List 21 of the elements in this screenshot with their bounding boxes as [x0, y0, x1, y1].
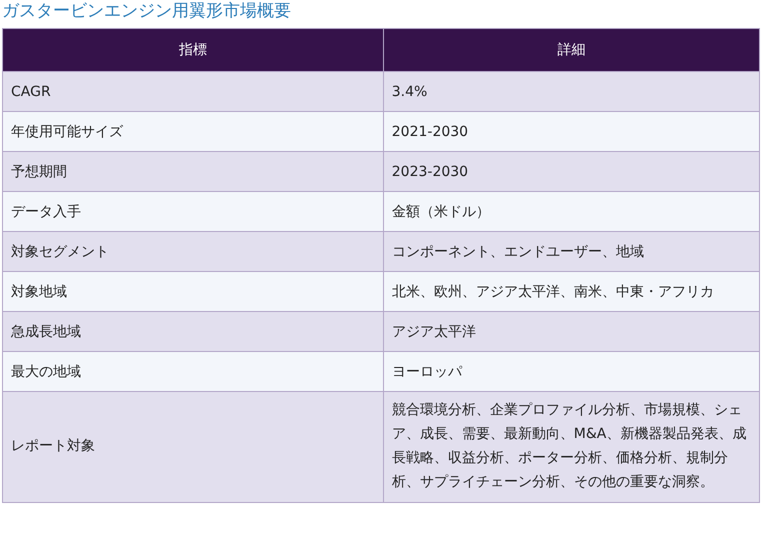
table-cell: 予想期間	[2, 152, 384, 192]
table-cell: 競合環境分析、企業プロファイル分析、市場規模、シェア、成長、需要、最新動向、M&A、新機器製品発表、成長戦略、収益分析、ポーター分析、価格分析、規制分析、サプライチェーン分析、その他の重要な洞察。	[383, 392, 760, 502]
table-cell: アジア太平洋	[383, 312, 760, 352]
table-cell: 北米、欧州、アジア太平洋、南米、中東・アフリカ	[383, 272, 760, 312]
table-cell: コンポーネント、エンドユーザー、地域	[383, 232, 760, 272]
table-cell: 2021-2030	[383, 112, 760, 152]
table-cell: 対象地域	[2, 272, 384, 312]
page-title: ガスタービンエンジン用翼形市場概要	[2, 0, 291, 22]
table-cell: 最大の地域	[2, 352, 384, 392]
table-cell: データ入手	[2, 192, 384, 232]
table-cell: 対象セグメント	[2, 232, 384, 272]
table-cell: レポート対象	[2, 392, 384, 502]
table-cell: 急成長地域	[2, 312, 384, 352]
table-cell: 3.4%	[383, 72, 760, 112]
table-cell: 金額（米ドル）	[383, 192, 760, 232]
column-header: 詳細	[383, 28, 760, 72]
column-header: 指標	[2, 28, 384, 72]
table-cell: CAGR	[2, 72, 384, 112]
table-cell: ヨーロッパ	[383, 352, 760, 392]
table-cell: 2023-2030	[383, 152, 760, 192]
table-cell: 年使用可能サイズ	[2, 112, 384, 152]
